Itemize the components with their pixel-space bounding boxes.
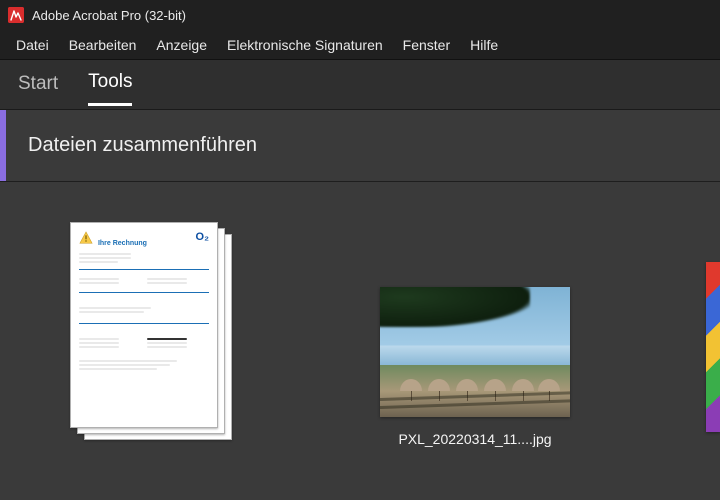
photo-umbrella: [538, 379, 560, 391]
file-item-photo[interactable]: PXL_20220314_11....jpg: [380, 287, 570, 447]
menu-fenster[interactable]: Fenster: [393, 33, 460, 57]
file-item-pdf[interactable]: Ihre Rechnung O₂: [70, 222, 230, 442]
photo-umbrella: [400, 379, 422, 391]
file-label: PXL_20220314_11....jpg: [398, 431, 551, 447]
acrobat-app-icon: [8, 7, 24, 23]
warning-icon: [79, 231, 93, 245]
tab-tools[interactable]: Tools: [88, 63, 132, 106]
brand-logo-text: O₂: [196, 231, 209, 243]
tool-accent-bar: [0, 110, 6, 181]
tab-row: Start Tools: [0, 60, 720, 110]
titlebar: Adobe Acrobat Pro (32-bit): [0, 0, 720, 30]
invoice-heading: Ihre Rechnung: [98, 240, 147, 247]
window-title: Adobe Acrobat Pro (32-bit): [32, 8, 186, 23]
photo-foliage: [380, 287, 530, 327]
photo-thumbnail: [380, 287, 570, 417]
menubar: Datei Bearbeiten Anzeige Elektronische S…: [0, 30, 720, 60]
photo-umbrella: [484, 379, 506, 391]
menu-anzeige[interactable]: Anzeige: [146, 33, 217, 57]
photo-umbrella: [512, 379, 534, 391]
pdf-page-front: Ihre Rechnung O₂: [70, 222, 218, 428]
tab-start[interactable]: Start: [18, 65, 58, 105]
menu-hilfe[interactable]: Hilfe: [460, 33, 508, 57]
menu-datei[interactable]: Datei: [6, 33, 59, 57]
tool-title: Dateien zusammenführen: [28, 134, 257, 157]
menu-elektronische-signaturen[interactable]: Elektronische Signaturen: [217, 33, 393, 57]
invoice-subhead: [79, 299, 209, 305]
tool-header: Dateien zusammenführen: [0, 110, 720, 182]
photo-umbrella: [428, 379, 450, 391]
content-area: Ihre Rechnung O₂: [0, 182, 720, 500]
pdf-thumbnail-stack: Ihre Rechnung O₂: [70, 222, 230, 442]
photo-umbrella: [456, 379, 478, 391]
file-item-partial[interactable]: [706, 262, 720, 432]
menu-bearbeiten[interactable]: Bearbeiten: [59, 33, 147, 57]
